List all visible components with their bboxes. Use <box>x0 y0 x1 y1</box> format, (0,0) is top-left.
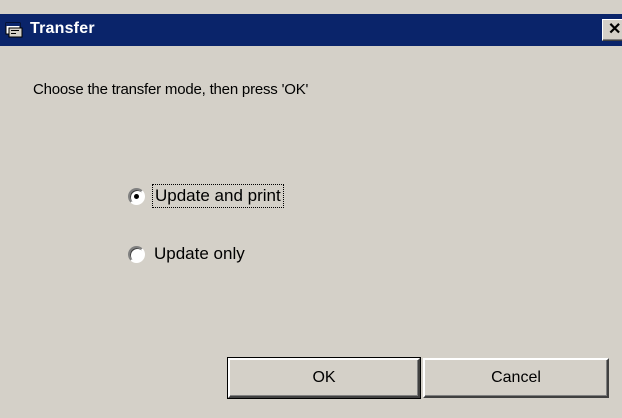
title-bar[interactable]: Transfer ✕ <box>0 14 622 46</box>
radio-label-update-only[interactable]: Update only <box>154 244 245 264</box>
instruction-text: Choose the transfer mode, then press 'OK… <box>33 81 309 98</box>
ok-button[interactable]: OK <box>227 357 421 399</box>
radio-button-checked[interactable] <box>128 187 145 205</box>
radio-label-update-and-print[interactable]: Update and print <box>152 184 284 208</box>
dialog-app-icon <box>5 22 23 38</box>
radio-update-and-print[interactable]: Update and print <box>128 184 284 208</box>
close-button[interactable]: ✕ <box>602 19 622 41</box>
window-title: Transfer <box>30 20 95 37</box>
close-icon: ✕ <box>608 21 622 38</box>
radio-update-only[interactable]: Update only <box>128 244 245 264</box>
cancel-button[interactable]: Cancel <box>423 358 609 398</box>
transfer-dialog: Transfer ✕ Choose the transfer mode, the… <box>0 0 622 418</box>
radio-button-unchecked[interactable] <box>128 245 145 263</box>
